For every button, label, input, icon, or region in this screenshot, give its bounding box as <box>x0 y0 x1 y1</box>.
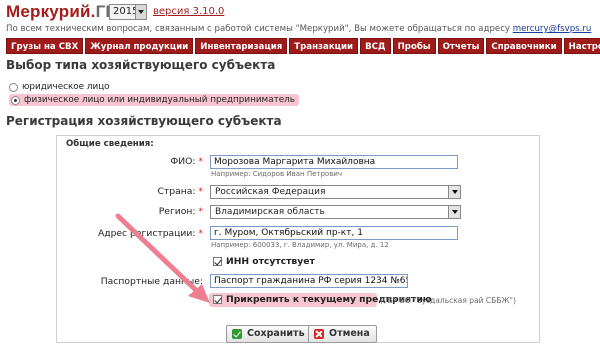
annotation-arrow-icon <box>115 213 210 303</box>
arrow-shaft <box>115 213 203 297</box>
